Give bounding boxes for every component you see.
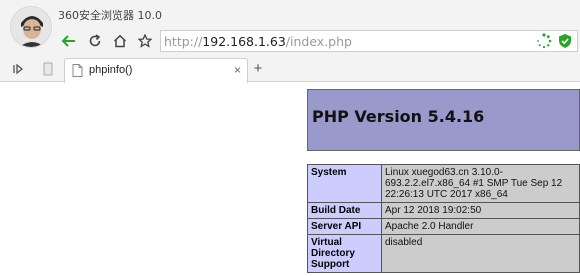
reload-button[interactable] — [84, 30, 106, 52]
row-key: Build Date — [307, 202, 382, 219]
tab-bar: phpinfo() × + — [0, 56, 580, 83]
tab-title: phpinfo() — [89, 64, 133, 76]
table-row: System Linux xuegod63.cn 3.10.0-693.2.2.… — [307, 164, 580, 203]
page-content: PHP Version 5.4.16 System Linux xuegod63… — [0, 83, 580, 276]
url-path: /index.php — [285, 33, 352, 49]
security-shield-icon[interactable] — [557, 33, 573, 49]
row-value: Apr 12 2018 19:02:50 — [381, 202, 580, 219]
browser-title: 360安全浏览器 10.0 — [58, 9, 162, 22]
table-row: Server API Apache 2.0 Handler — [307, 218, 580, 235]
reload-icon — [89, 34, 101, 47]
url-text[interactable]: http://192.168.1.63/index.php — [164, 34, 352, 49]
back-button[interactable] — [58, 30, 80, 52]
star-icon — [138, 34, 152, 48]
page-icon — [72, 64, 83, 77]
home-button[interactable] — [109, 30, 131, 52]
row-value: Apache 2.0 Handler — [381, 218, 580, 235]
title-bar: 360安全浏览器 10.0 http://192.168.1.63/index.… — [0, 0, 580, 56]
navigation-bar: http://192.168.1.63/index.php — [56, 28, 580, 54]
php-info-table: System Linux xuegod63.cn 3.10.0-693.2.2.… — [307, 164, 580, 273]
row-value: Linux xuegod63.cn 3.10.0-693.2.2.el7.x86… — [381, 164, 580, 203]
user-avatar[interactable] — [10, 6, 52, 48]
avatar-image — [11, 7, 51, 47]
sidebar-toggle[interactable] — [10, 61, 26, 77]
favorite-button[interactable] — [134, 30, 156, 52]
loading-spinner-icon — [537, 33, 552, 49]
sidebar-expand-icon — [13, 63, 24, 75]
url-scheme: http:// — [164, 33, 203, 49]
home-icon — [113, 34, 127, 48]
row-value: disabled — [381, 234, 580, 273]
new-tab-button[interactable]: + — [249, 60, 267, 78]
url-host: 192.168.1.63 — [202, 33, 286, 49]
back-arrow-icon — [61, 35, 75, 47]
tab-phpinfo[interactable]: phpinfo() × — [64, 58, 248, 83]
row-key: System — [307, 164, 382, 203]
table-row: Build Date Apr 12 2018 19:02:50 — [307, 202, 580, 219]
document-toggle[interactable] — [40, 61, 56, 77]
php-header: PHP Version 5.4.16 — [307, 89, 580, 151]
row-key: Server API — [307, 218, 382, 235]
row-key: Virtual Directory Support — [307, 234, 382, 273]
address-bar[interactable]: http://192.168.1.63/index.php — [160, 30, 578, 52]
table-row: Virtual Directory Support disabled — [307, 234, 580, 273]
address-bar-icons — [536, 33, 573, 49]
document-icon — [43, 62, 53, 76]
php-version-heading: PHP Version 5.4.16 — [312, 107, 485, 126]
close-tab-icon[interactable]: × — [234, 63, 241, 77]
